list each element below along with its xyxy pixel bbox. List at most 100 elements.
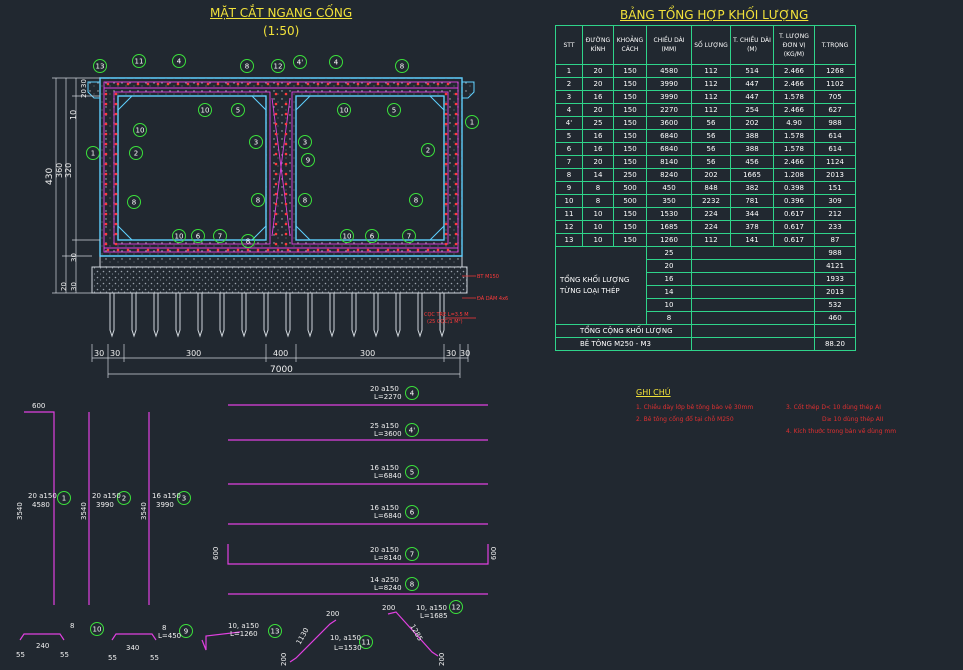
rebar-dot	[454, 242, 458, 246]
rebar-dot	[286, 82, 290, 86]
table-row: 2 20 150 3990 112 447 2.466 1102	[555, 77, 856, 91]
table-cell: 9	[555, 181, 583, 195]
table-cell: 6840	[646, 129, 692, 143]
side-dim-left: 600	[212, 547, 220, 560]
rebar-dot	[376, 82, 380, 86]
bubble-label: 4'	[409, 427, 415, 435]
table-header-2: KHOẢNG CÁCH	[613, 25, 647, 65]
bb-d1-4: 200	[382, 604, 395, 612]
table-header-row: STT ĐƯỜNG KÍNH KHOẢNG CÁCH CHIỀU DÀI (MM) SỐ…	[555, 25, 856, 65]
rebar-dot	[284, 212, 288, 216]
rebar-dot	[396, 82, 400, 86]
dim-left-0: 430	[45, 168, 55, 185]
rebar-dot	[274, 152, 278, 156]
summary-value: 4121	[814, 259, 856, 273]
note-1: 1. Chiều dày lớp bê tông bảo vệ 30mm	[636, 404, 754, 411]
total-row-blank	[691, 324, 815, 338]
table-cell: 112	[691, 64, 731, 78]
summary-value: 460	[814, 311, 856, 325]
table-cell: 112	[691, 103, 731, 117]
rebar-dot	[274, 172, 278, 176]
rebar-dot	[276, 82, 280, 86]
bubble-top-3: 8	[240, 59, 254, 73]
rebar-dot	[114, 112, 118, 116]
rebar-dot	[284, 132, 288, 136]
bubble-label: 4	[177, 58, 182, 66]
rebar-dot	[166, 248, 170, 252]
rebar-dot	[266, 248, 270, 252]
bubble-label: 9	[306, 157, 310, 165]
table-cell: 4	[555, 103, 583, 117]
rebar-dot	[444, 132, 448, 136]
rebar-dot	[104, 102, 108, 106]
dim-bottom-6: 30	[460, 349, 470, 358]
table-title: BẢNG TỔNG HỢP KHỐI LƯỢNG	[620, 8, 809, 22]
bar-label-2: 16 a150	[370, 464, 399, 472]
table-cell: 8	[582, 181, 614, 195]
bar-bubble-1: 4'	[405, 423, 419, 437]
table-cell: 8240	[646, 168, 692, 182]
rebar-dot	[166, 82, 170, 86]
bb-d3-0: 55	[60, 651, 69, 659]
rebar-dot	[336, 82, 340, 86]
rebar-dot	[114, 162, 118, 166]
summary-diameter: 16	[646, 272, 692, 286]
rebar-dot	[114, 152, 118, 156]
table-cell: 1.208	[773, 168, 815, 182]
bubble-label: 13	[96, 63, 105, 71]
table-cell: 151	[814, 181, 856, 195]
rebar-dot	[274, 102, 278, 106]
rebar-dot	[236, 82, 240, 86]
table-cell: 2.466	[773, 103, 815, 117]
table-cell: 150	[613, 142, 647, 156]
bubble-label: 10	[343, 233, 352, 241]
bubble-label: 6	[370, 233, 375, 241]
rebar-dot	[454, 92, 458, 96]
bubble-top-1: 11	[132, 54, 146, 68]
bamboo-pile	[285, 293, 291, 338]
table-row: 5 16 150 6840 56 388 1.578 614	[555, 129, 856, 143]
bubble-label: 4'	[297, 59, 303, 67]
bb-label-1: 8	[162, 624, 166, 632]
concrete-row-value: 88.20	[814, 337, 856, 351]
table-cell: 10	[555, 194, 583, 208]
rebar-dot	[296, 82, 300, 86]
bubble-label: 3	[303, 139, 307, 147]
dim-bottom-0: 30	[94, 349, 104, 358]
bb-length-1: L=450	[158, 632, 181, 640]
total-row-label: TỔNG CỘNG KHỐI LƯỢNG	[555, 324, 692, 338]
summary-value: 532	[814, 298, 856, 312]
rebar-dot	[286, 248, 290, 252]
bb-bubble-0: 10	[90, 622, 104, 636]
rebar-dot	[296, 248, 300, 252]
rebar-dot	[436, 82, 440, 86]
vbar-length-0: 4580	[32, 501, 50, 509]
rebar-dot	[146, 248, 150, 252]
bar-bubble-2: 5	[405, 465, 419, 479]
bubble-label: 12	[274, 63, 283, 71]
rebar-dot	[274, 212, 278, 216]
table-row: 13 10 150 1260 112 141 0.617 87	[555, 233, 856, 247]
table-cell: 250	[613, 168, 647, 182]
rebar-dot	[274, 132, 278, 136]
rebar-dot	[104, 242, 108, 246]
rebar-dot	[454, 192, 458, 196]
gravel-foundation	[91, 266, 468, 294]
rebar-dot	[156, 82, 160, 86]
table-cell: 0.396	[773, 194, 815, 208]
table-cell: 150	[613, 90, 647, 104]
rebar-dot	[136, 248, 140, 252]
rebar-dot	[206, 82, 210, 86]
bar-bubble-3: 6	[405, 505, 419, 519]
table-cell: 150	[613, 220, 647, 234]
rebar-dot	[306, 82, 310, 86]
bb-d3-4: 200	[438, 653, 446, 666]
bubble-label: 10	[175, 233, 184, 241]
table-cell: 2.466	[773, 77, 815, 91]
bb-d2-1: 55	[108, 654, 117, 662]
rebar-dot	[114, 242, 118, 246]
bb-bubble-4: 12	[449, 600, 463, 614]
rebar-dot	[446, 248, 450, 252]
table-cell: 56	[691, 116, 731, 130]
summary-label: TỔNG KHỐI LƯỢNG TỪNG LOẠI THÉP	[555, 246, 647, 325]
